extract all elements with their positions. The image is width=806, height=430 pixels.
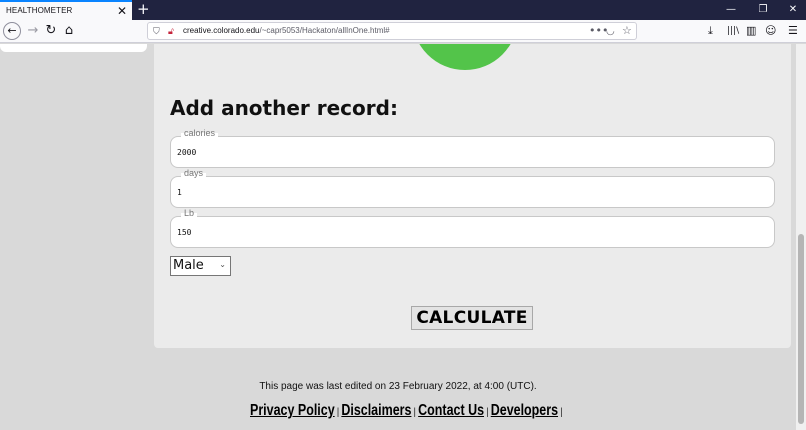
page-title: Add another record: bbox=[170, 96, 398, 120]
page-viewport: Add another record: calories days Lb Mal… bbox=[0, 44, 796, 430]
forward-arrow-icon[interactable]: → bbox=[23, 21, 43, 41]
footer-separator: | bbox=[336, 407, 340, 418]
pocket-icon[interactable]: ◡ bbox=[606, 24, 615, 40]
page-scrollbar[interactable] bbox=[796, 44, 806, 430]
last-edited-text: This page was last edited on 23 February… bbox=[259, 381, 537, 392]
calories-field[interactable]: calories bbox=[170, 128, 775, 168]
chevron-down-icon: ⌄ bbox=[219, 260, 226, 269]
gender-select[interactable]: Male ⌄ bbox=[170, 256, 231, 276]
minimize-button[interactable]: — bbox=[716, 0, 746, 20]
insecure-lock-icon[interactable]: 🔓︎ bbox=[168, 24, 174, 40]
contact-us-link[interactable]: Contact Us bbox=[418, 402, 484, 419]
new-tab-button[interactable]: + bbox=[137, 0, 150, 19]
disclaimers-link[interactable]: Disclaimers bbox=[341, 402, 411, 419]
url-text[interactable]: creative.colorado.edu/~capr5053/Hackaton… bbox=[183, 26, 390, 35]
nav-toolbar: ← → ↻ ⌂ ⛉ 🔓︎ creative.colorado.edu/~capr… bbox=[0, 20, 806, 43]
url-bar[interactable]: ⛉ 🔓︎ creative.colorado.edu/~capr5053/Hac… bbox=[147, 22, 637, 40]
restore-button[interactable]: ❐ bbox=[748, 0, 778, 20]
download-icon[interactable]: ⤓ bbox=[708, 22, 713, 40]
sidebar-card bbox=[0, 44, 147, 52]
sidebar-icon[interactable]: ▥ bbox=[746, 22, 756, 40]
home-icon[interactable]: ⌂ bbox=[59, 21, 79, 41]
bookmark-star-icon[interactable]: ☆ bbox=[622, 23, 632, 39]
tab-close-icon[interactable]: ✕ bbox=[117, 3, 127, 19]
footer-separator: | bbox=[560, 407, 563, 418]
tab-healthometer[interactable]: HEALTHOMETER ✕ bbox=[0, 0, 132, 20]
calories-input[interactable] bbox=[177, 145, 767, 159]
close-window-button[interactable]: ✕ bbox=[778, 0, 806, 20]
scrollbar-thumb[interactable] bbox=[798, 234, 804, 424]
weight-field[interactable]: Lb bbox=[170, 208, 775, 248]
url-host: creative.colorado.edu bbox=[183, 26, 260, 35]
progress-circle bbox=[412, 44, 518, 70]
reload-icon[interactable]: ↻ bbox=[41, 21, 61, 41]
main-card: Add another record: calories days Lb Mal… bbox=[154, 44, 791, 348]
privacy-policy-link[interactable]: Privacy Policy bbox=[250, 402, 335, 419]
library-icon[interactable]: |||\ bbox=[727, 22, 739, 40]
days-input[interactable] bbox=[177, 185, 767, 199]
days-field[interactable]: days bbox=[170, 168, 775, 208]
tab-strip: HEALTHOMETER ✕ + — ❐ ✕ bbox=[0, 0, 806, 20]
footer-separator: | bbox=[413, 407, 416, 418]
calculate-button[interactable]: CALCULATE bbox=[411, 306, 533, 330]
url-path: /~capr5053/Hackaton/allInOne.html# bbox=[259, 26, 390, 35]
footer-links: Privacy Policy | Disclaimers | Contact Us | De… bbox=[250, 402, 565, 420]
footer-separator: | bbox=[486, 407, 489, 418]
shield-icon[interactable]: ⛉ bbox=[153, 24, 160, 40]
back-arrow-icon[interactable]: ← bbox=[3, 22, 21, 40]
developers-link[interactable]: Developers bbox=[491, 402, 558, 419]
days-label: days bbox=[181, 168, 207, 178]
calories-label: calories bbox=[181, 128, 219, 138]
gender-selected-value: Male bbox=[173, 258, 204, 273]
menu-icon[interactable]: ☰ bbox=[788, 22, 798, 40]
tab-title: HEALTHOMETER bbox=[6, 6, 73, 15]
account-icon[interactable]: ☺ bbox=[765, 22, 776, 40]
weight-label: Lb bbox=[181, 208, 198, 218]
weight-input[interactable] bbox=[177, 225, 767, 239]
